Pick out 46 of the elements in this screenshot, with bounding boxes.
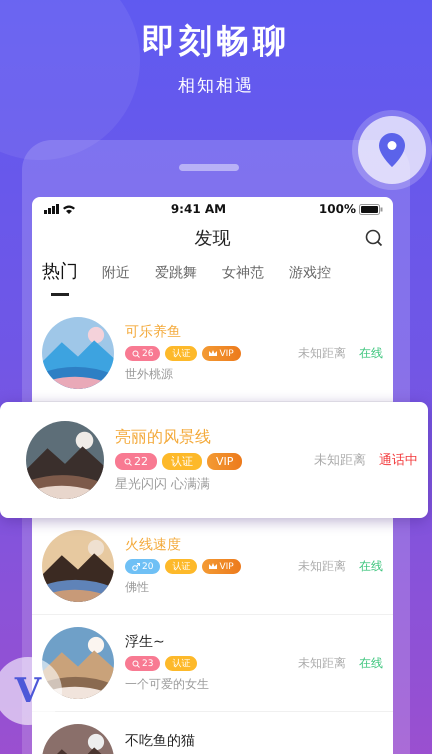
subheadline: 相知相遇 (177, 75, 255, 97)
distance-label: 未知距离 (314, 452, 366, 469)
user-name: 可乐养鱼 (125, 323, 182, 341)
verified-tag: 认证 (165, 656, 198, 671)
battery-percent: 100% (318, 202, 356, 216)
headline: 即刻畅聊 (141, 20, 291, 62)
category-tab[interactable]: 女神范 (222, 263, 264, 297)
age-tag: 23 (125, 656, 160, 671)
user-bio: 一个可爱的女生 (125, 676, 210, 693)
age-tag: 22 (115, 453, 157, 470)
battery-icon (359, 204, 383, 214)
signal-wifi-icon (44, 204, 78, 214)
online-status: 在线 (359, 344, 383, 362)
user-name: 浮生~ (125, 633, 166, 651)
vip-tag: VIP (207, 453, 242, 470)
category-tab[interactable]: 爱跳舞 (155, 263, 197, 297)
distance-label: 未知距离 (298, 344, 346, 362)
user-bio: 佛性 (125, 579, 150, 596)
location-button[interactable] (358, 116, 426, 184)
speaker-slot (178, 164, 238, 171)
v-badge: V (0, 657, 62, 725)
user-bio: 星光闪闪 心满满 (115, 476, 212, 493)
verified-tag: 认证 (165, 346, 198, 361)
distance-label: 未知距离 (298, 558, 346, 574)
user-name: 不吃鱼的猫 (125, 732, 196, 750)
category-tab[interactable]: 热门 (42, 262, 78, 298)
page-title: 发现 (194, 227, 230, 250)
verified-tag: 认证 (165, 559, 198, 574)
user-name: 火线速度 (125, 536, 182, 554)
age-tag: 20 (125, 559, 160, 574)
vip-tag: VIP (202, 346, 241, 361)
location-pin-icon (379, 133, 405, 167)
search-icon[interactable] (365, 229, 383, 247)
vip-tag: VIP (202, 559, 241, 574)
user-name: 亮丽的风景线 (115, 427, 212, 448)
age-tag: 26 (125, 346, 160, 361)
online-status: 在线 (359, 654, 383, 672)
distance-label: 未知距离 (298, 654, 346, 672)
online-status: 通话中 (379, 452, 418, 469)
clock: 9:41 AM (170, 202, 226, 216)
user-card[interactable]: 亮丽的风景线 22 认证 VIP 星光闪闪 心满满 未知距离 通话中 (0, 402, 428, 518)
user-bio: 世外桃源 (125, 366, 174, 383)
category-tab[interactable]: 附近 (102, 263, 130, 297)
category-tab[interactable]: 游戏控 (289, 263, 331, 297)
online-status: 在线 (359, 558, 383, 574)
verified-tag: 认证 (162, 453, 202, 470)
